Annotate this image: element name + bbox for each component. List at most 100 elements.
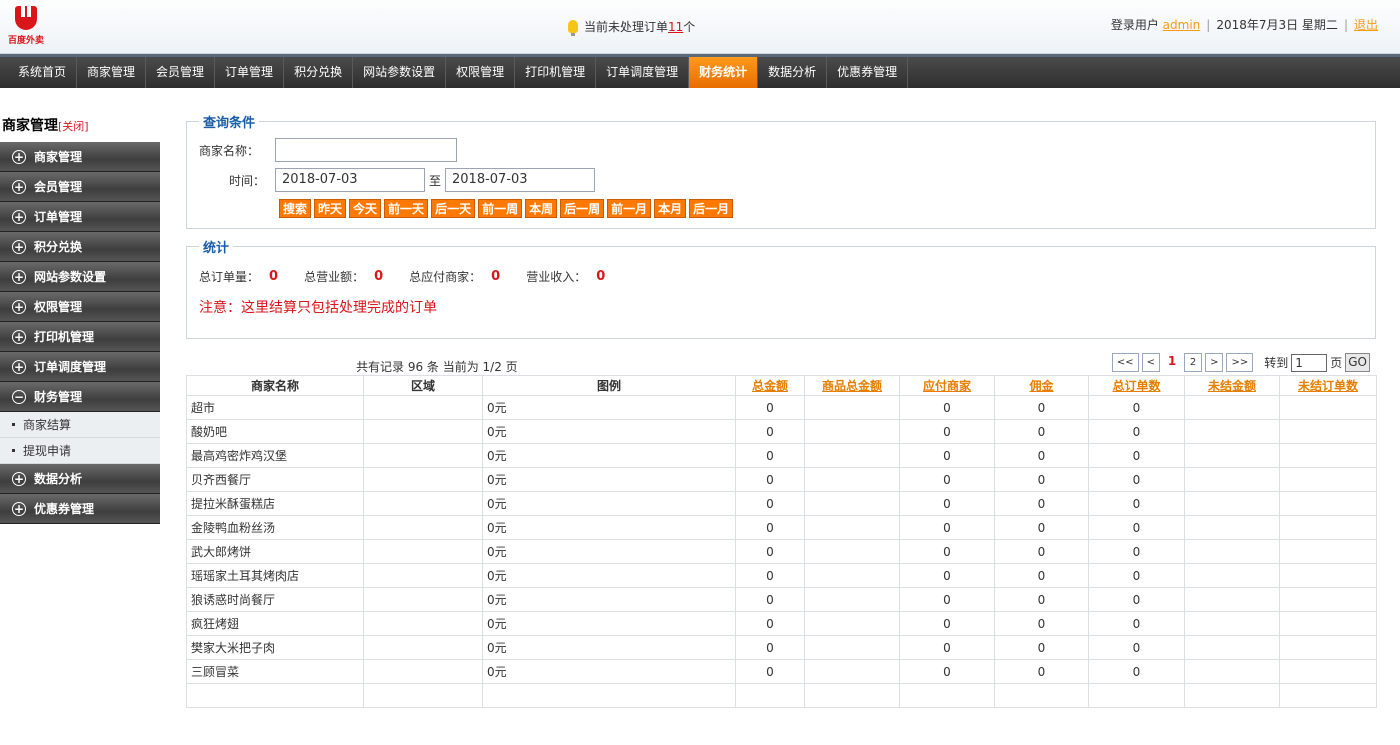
table-cell: [735, 683, 805, 708]
sidebar-group-label: 网站参数设置: [34, 270, 107, 284]
date-from-input[interactable]: 2018-07-03: [275, 168, 425, 192]
total-orders-label: 总订单量：: [199, 270, 260, 284]
date-shortcut-button[interactable]: 前一月: [607, 199, 652, 218]
date-to-input[interactable]: 2018-07-03: [445, 168, 596, 192]
top-header: 百度外卖 当前未处理订单11个 登录用户 admin | 2018年7月3日 星期二…: [0, 0, 1400, 54]
table-cell: [1184, 563, 1280, 588]
sidebar-subitem[interactable]: 提现申请: [0, 438, 160, 464]
date-shortcut-button[interactable]: 前一天: [384, 199, 429, 218]
table-cell: 疯狂烤翅: [186, 611, 364, 636]
date-shortcut-button[interactable]: 昨天: [314, 199, 347, 218]
column-header[interactable]: 总金额: [735, 375, 805, 396]
date-shortcut-button[interactable]: 后一周: [560, 199, 605, 218]
sidebar-group[interactable]: + 订单管理: [0, 202, 160, 232]
table-cell: 0: [735, 515, 805, 540]
sidebar-group[interactable]: + 商家管理: [0, 142, 160, 172]
main-nav: 系统首页 商家管理 会员管理 订单管理 积分兑换 网站参数设置 权限管理 打印机管理 订单调度管…: [0, 54, 1400, 88]
nav-item[interactable]: 订单管理: [215, 57, 285, 88]
nav-item[interactable]: 权限管理: [446, 57, 516, 88]
date-shortcut-button[interactable]: 今天: [349, 199, 382, 218]
sidebar-group[interactable]: + 会员管理: [0, 172, 160, 202]
table-row: 疯狂烤翅 0元 0 0 0 0: [186, 611, 1377, 636]
table-cell: 0: [735, 563, 805, 588]
column-header[interactable]: 应付商家: [899, 375, 995, 396]
table-cell: 0元: [482, 635, 736, 660]
table-cell: [363, 683, 483, 708]
table-cell: [363, 563, 483, 588]
column-header[interactable]: 未结订单数: [1279, 375, 1377, 396]
nav-item[interactable]: 系统首页: [8, 57, 78, 88]
table-cell: 0: [1088, 539, 1185, 564]
table-cell: [1279, 419, 1377, 444]
table-cell: 0: [899, 635, 995, 660]
table-row: 瑶瑶家土耳其烤肉店 0元 0 0 0 0: [186, 563, 1377, 588]
sidebar-group[interactable]: + 优惠券管理: [0, 494, 160, 524]
search-button[interactable]: 搜索: [279, 199, 312, 218]
column-header[interactable]: 商品总金额: [804, 375, 900, 396]
nav-item[interactable]: 会员管理: [146, 57, 216, 88]
table-cell: 0元: [482, 419, 736, 444]
table-cell: [804, 491, 900, 516]
expand-icon: +: [12, 240, 26, 254]
table-cell: 0: [735, 659, 805, 684]
table-cell: [1184, 611, 1280, 636]
sidebar-group[interactable]: + 打印机管理: [0, 322, 160, 352]
nav-item[interactable]: 打印机管理: [515, 57, 597, 88]
table-cell: 0: [994, 395, 1089, 420]
sidebar-group[interactable]: + 订单调度管理: [0, 352, 160, 382]
sidebar-group[interactable]: + 积分兑换: [0, 232, 160, 262]
table-cell: [804, 587, 900, 612]
brand-logo[interactable]: 百度外卖: [6, 6, 46, 48]
nav-item[interactable]: 积分兑换: [284, 57, 354, 88]
jump-page-input[interactable]: 1: [1291, 353, 1328, 372]
first-page-button[interactable]: <<: [1111, 353, 1139, 372]
user-info: 登录用户 admin | 2018年7月3日 星期二 | 退出: [1110, 18, 1378, 32]
go-button[interactable]: GO: [1345, 353, 1370, 372]
date-shortcut-button[interactable]: 本月: [654, 199, 687, 218]
date-shortcut-button[interactable]: 本周: [525, 199, 558, 218]
column-header[interactable]: 未结金额: [1184, 375, 1280, 396]
income-label: 营业收入：: [526, 270, 587, 284]
username-link[interactable]: admin: [1163, 18, 1201, 32]
nav-item[interactable]: 商家管理: [77, 57, 147, 88]
last-page-button[interactable]: >>: [1226, 353, 1254, 372]
page-2-button[interactable]: 2: [1184, 353, 1203, 372]
sidebar-title-text: 商家管理: [2, 118, 58, 134]
nav-item[interactable]: 数据分析: [758, 57, 828, 88]
next-page-button[interactable]: >: [1205, 353, 1224, 372]
pending-orders-notice: 当前未处理订单11个: [568, 18, 695, 36]
date-shortcut-button[interactable]: 前一周: [478, 199, 523, 218]
bullet-icon: [12, 449, 15, 452]
sidebar-group[interactable]: + 权限管理: [0, 292, 160, 322]
nav-item[interactable]: 订单调度管理: [596, 57, 690, 88]
table-cell: [363, 515, 483, 540]
table-cell: [1184, 419, 1280, 444]
date-shortcut-button[interactable]: 后一天: [431, 199, 476, 218]
table-cell: 0: [735, 443, 805, 468]
expand-icon: +: [12, 472, 26, 486]
logout-link[interactable]: 退出: [1354, 18, 1378, 32]
expand-icon: +: [12, 502, 26, 516]
page-unit-label: 页: [1330, 356, 1343, 370]
table-cell: 0: [735, 419, 805, 444]
table-cell: [804, 443, 900, 468]
nav-item[interactable]: 优惠券管理: [827, 57, 909, 88]
table-cell: [1184, 515, 1280, 540]
sidebar-group[interactable]: + 数据分析: [0, 464, 160, 494]
column-header[interactable]: 佣金: [994, 375, 1089, 396]
column-header[interactable]: 总订单数: [1088, 375, 1185, 396]
sidebar-group[interactable]: + 网站参数设置: [0, 262, 160, 292]
table-cell: 0: [899, 515, 995, 540]
sidebar-subitem[interactable]: 商家结算: [0, 412, 160, 438]
sidebar-group[interactable]: − 财务管理: [0, 382, 160, 412]
pending-orders-count-link[interactable]: 11: [668, 20, 683, 34]
prev-page-button[interactable]: <: [1141, 353, 1161, 372]
sidebar-group-label: 会员管理: [34, 180, 83, 194]
nav-item[interactable]: 网站参数设置: [353, 57, 447, 88]
nav-item[interactable]: 财务统计: [689, 57, 759, 88]
sidebar-close-link[interactable]: [关闭]: [58, 120, 89, 133]
date-shortcut-button[interactable]: 后一月: [689, 199, 734, 218]
merchant-name-input[interactable]: [275, 138, 457, 162]
table-cell: 0: [735, 611, 805, 636]
table-cell: [1279, 683, 1377, 708]
